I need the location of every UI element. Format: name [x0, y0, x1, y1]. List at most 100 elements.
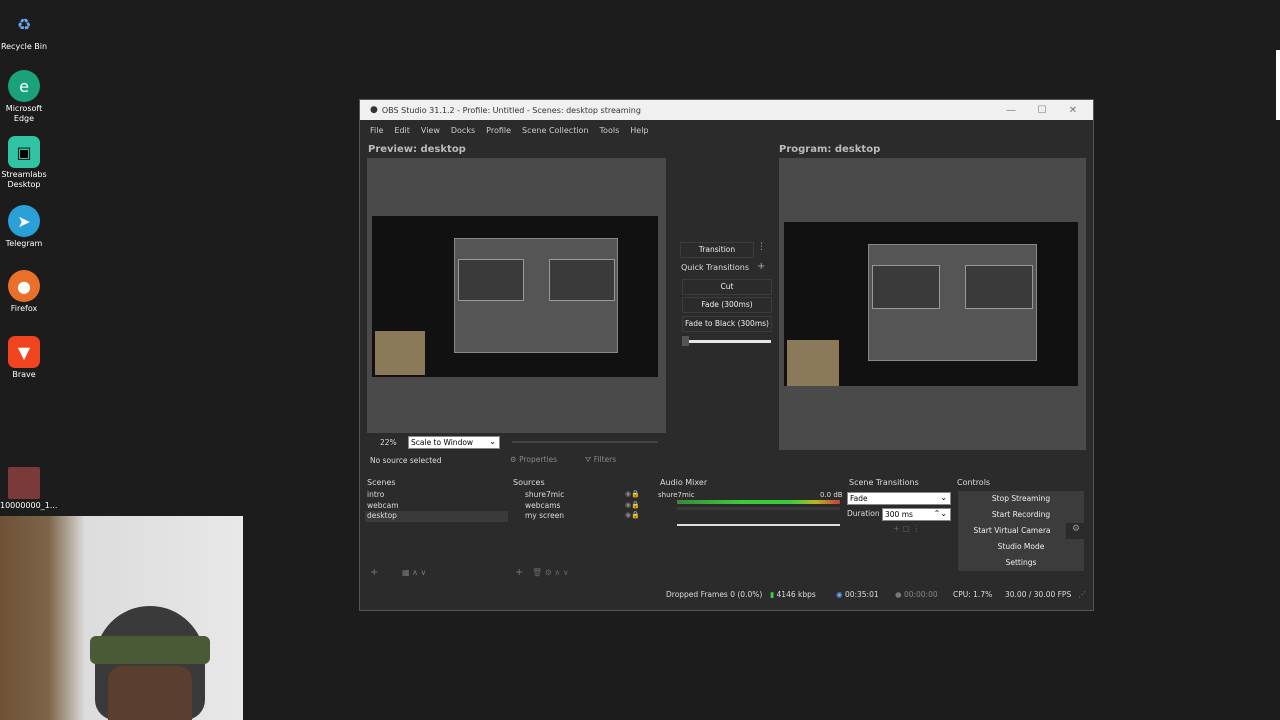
scenes-list: intro webcam desktop — [365, 490, 508, 522]
desktop-icon-streamlabs[interactable]: ▣ Streamlabs Desktop — [0, 136, 48, 190]
properties-label: Properties — [519, 455, 558, 464]
transition-type-select[interactable]: Fade ⌄ — [847, 492, 951, 505]
transition-button[interactable]: Transition — [680, 242, 754, 258]
webcam-overlay — [0, 516, 243, 720]
close-button[interactable]: ✕ — [1058, 100, 1088, 120]
scale-mode-select[interactable]: Scale to Window ⌄ — [408, 436, 500, 449]
streamlabs-icon: ▣ — [8, 136, 40, 168]
preview-canvas[interactable] — [367, 158, 666, 433]
menu-edit[interactable]: Edit — [394, 126, 421, 135]
source-item-label: shure7mic — [525, 490, 565, 499]
minimize-button[interactable]: — — [996, 100, 1026, 120]
transition-menu-icon[interactable]: ⋮ — [757, 242, 766, 252]
no-source-label: No source selected — [370, 456, 442, 465]
video-file-icon — [8, 467, 40, 499]
program-canvas — [779, 158, 1086, 450]
stepper-icon: ⌃⌄ — [933, 509, 947, 518]
transition-type-value: Fade — [850, 494, 868, 503]
chevron-down-icon: ⌄ — [489, 437, 496, 446]
controls-title: Controls — [957, 478, 991, 487]
desktop-icon-recycle-bin[interactable]: ♻ Recycle Bin — [0, 8, 48, 52]
scene-item-desktop[interactable]: desktop — [365, 511, 508, 522]
gear-icon: ⚙ — [510, 455, 520, 464]
cpu-usage: CPU: 1.7% — [953, 590, 993, 599]
stream-time-value: 00:35:01 — [844, 590, 879, 599]
preview-title: Preview: desktop — [368, 144, 466, 155]
source-item-my-screen[interactable]: my screen — [513, 511, 643, 522]
transition-slider[interactable] — [683, 340, 771, 343]
desktop-icon-edge[interactable]: e Microsoft Edge — [0, 70, 48, 124]
menu-tools[interactable]: Tools — [600, 126, 631, 135]
maximize-button[interactable]: ☐ — [1027, 100, 1057, 120]
filters-label: Filters — [593, 455, 617, 464]
duration-value: 300 ms — [885, 510, 913, 519]
desktop-icon-label: Brave — [12, 370, 36, 379]
desktop-icon-label: Recycle Bin — [0, 42, 48, 51]
person-face — [108, 666, 192, 720]
screen-edge-indicator — [1276, 50, 1280, 120]
obs-window: ● OBS Studio 31.1.2 - Profile: Untitled … — [359, 99, 1094, 611]
desktop-icon-firefox[interactable]: ● Firefox — [0, 270, 48, 314]
program-title: Program: desktop — [779, 144, 881, 155]
quick-transitions-label: Quick Transitions — [681, 263, 750, 272]
scene-transitions-title: Scene Transitions — [849, 478, 919, 487]
stop-streaming-button[interactable]: Stop Streaming — [958, 491, 1084, 507]
quick-transition-fade[interactable]: Fade (300ms) — [682, 297, 772, 313]
bitrate-indicator: ▮ 4146 kbps — [770, 590, 816, 599]
start-virtual-camera-button[interactable]: Start Virtual Camera — [958, 523, 1066, 539]
mixer-channel-level: 0.0 dB — [820, 491, 843, 499]
record-time-value: 00:00:00 — [903, 590, 938, 599]
volume-meter-2 — [677, 507, 840, 510]
desktop-icon-label: Telegram — [5, 239, 43, 248]
nested-obs-window — [868, 244, 1037, 361]
source-toolbar-icons: 🗑 ⚙ ∧ ∨ — [532, 568, 569, 577]
source-item-shure7mic[interactable]: shure7mic — [513, 490, 643, 501]
source-item-webcams[interactable]: webcams — [513, 501, 643, 512]
transition-slider-handle[interactable] — [682, 336, 689, 346]
duration-input[interactable]: 300 ms ⌃⌄ — [882, 508, 951, 521]
desktop-icon-telegram[interactable]: ➤ Telegram — [0, 205, 48, 249]
quick-transition-cut[interactable]: Cut — [682, 279, 772, 295]
menu-profile[interactable]: Profile — [486, 126, 522, 135]
bitrate-value: 4146 kbps — [776, 590, 816, 599]
program-image — [784, 222, 1078, 386]
virtual-camera-settings-icon[interactable]: ⚙ — [1072, 524, 1080, 534]
window-title: OBS Studio 31.1.2 - Profile: Untitled - … — [381, 105, 641, 115]
sources-list: shure7mic webcams my screen — [513, 490, 643, 522]
telegram-icon: ➤ — [8, 205, 40, 237]
volume-slider[interactable] — [677, 524, 840, 526]
source-eye-icons[interactable]: ◉🔒 ◉🔒 ◉🔒 — [625, 489, 640, 521]
volume-meter — [677, 500, 840, 504]
menu-view[interactable]: View — [421, 126, 451, 135]
menu-docks[interactable]: Docks — [451, 126, 486, 135]
preview-image — [372, 216, 658, 377]
transition-toolbar-icons: + ▢ ⋮ — [893, 524, 921, 533]
add-quick-transition-icon[interactable]: + — [757, 261, 765, 272]
properties-button[interactable]: ⚙ Properties — [510, 455, 557, 464]
scene-toolbar-icons: ▦ ∧ ∨ — [402, 568, 427, 577]
desktop-icon-brave[interactable]: ▼ Brave — [0, 336, 48, 380]
menu-scene-collection[interactable]: Scene Collection — [522, 126, 600, 135]
add-source-icon[interactable]: + — [515, 567, 523, 578]
quick-transition-fade-black[interactable]: Fade to Black (300ms) — [682, 316, 772, 332]
resize-grip-icon[interactable]: ⋰ — [1078, 590, 1086, 599]
sources-title: Sources — [513, 478, 545, 487]
menu-file[interactable]: File — [370, 126, 394, 135]
add-scene-icon[interactable]: + — [370, 567, 378, 578]
scene-item-intro[interactable]: intro — [365, 490, 508, 501]
menu-bar: File Edit View Docks Profile Scene Colle… — [360, 120, 1093, 140]
settings-button[interactable]: Settings — [958, 555, 1084, 571]
program-webcam-thumb — [787, 340, 839, 386]
filters-button[interactable]: ⛛ Filters — [585, 455, 616, 465]
studio-mode-button[interactable]: Studio Mode — [958, 539, 1084, 555]
source-item-label: webcams — [525, 500, 561, 510]
filter-icon: ⛛ — [585, 455, 594, 464]
start-recording-button[interactable]: Start Recording — [958, 507, 1084, 523]
menu-help[interactable]: Help — [630, 126, 659, 135]
desktop-icon-video-file[interactable]: 10000000_1... — [0, 467, 57, 511]
preview-hscroll[interactable] — [512, 441, 658, 443]
preview-webcam-thumb — [375, 331, 425, 375]
scene-item-webcam[interactable]: webcam — [365, 501, 508, 512]
desktop-icon-label: Streamlabs Desktop — [1, 170, 47, 189]
chevron-down-icon: ⌄ — [940, 493, 947, 502]
